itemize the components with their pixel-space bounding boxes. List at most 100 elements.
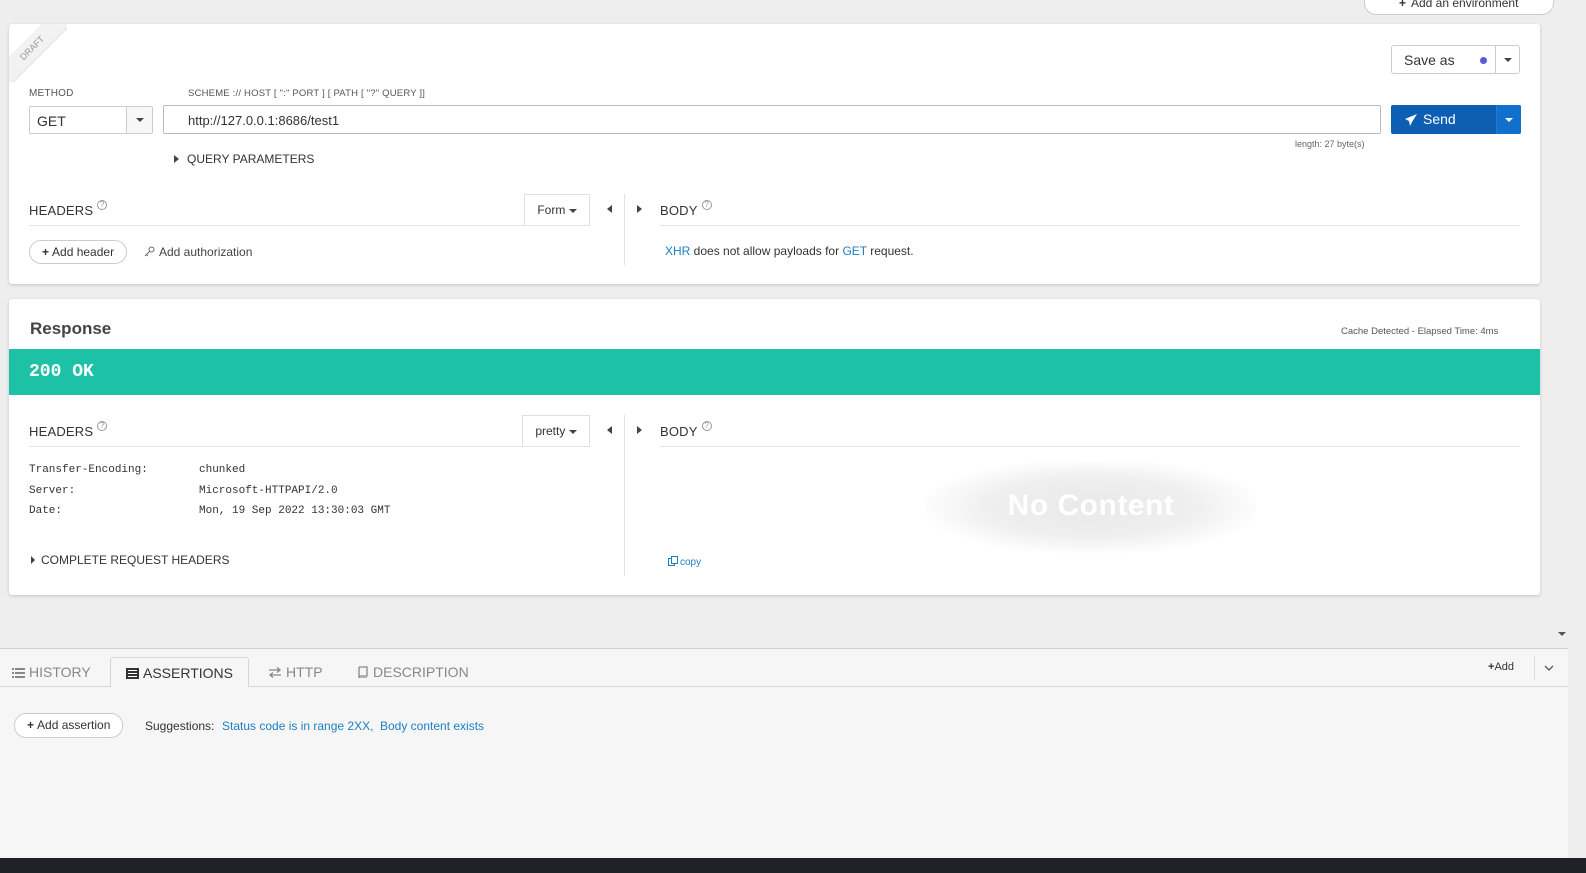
status-bar: 200 OK [9, 349, 1540, 395]
tab-label: HISTORY [29, 664, 91, 680]
method-value: GET [37, 113, 66, 129]
body-note-end: request. [866, 244, 914, 258]
add-environment-button[interactable]: + Add an environment [1364, 0, 1554, 15]
plus-icon: + [27, 718, 35, 732]
no-content-watermark: No Content [926, 461, 1256, 553]
chevron-down-icon [1504, 57, 1512, 62]
response-body-label: BODY [660, 424, 698, 439]
headers-mode-value: Form [537, 203, 566, 217]
response-headers-label: HEADERS [29, 424, 94, 439]
no-content-text: No Content [1007, 489, 1175, 522]
tab-label: HTTP [286, 664, 323, 680]
xhr-link[interactable]: XHR [665, 244, 690, 258]
header-value: chunked [199, 464, 246, 476]
send-button[interactable]: Send [1391, 105, 1496, 134]
suggestion-body-content[interactable]: Body content exists [380, 719, 484, 733]
caret-right-icon [31, 556, 35, 564]
assertions-icon [126, 668, 139, 679]
tab-label: DESCRIPTION [373, 664, 469, 680]
request-headers-title: HEADERS? [29, 200, 108, 218]
scrollbar-down-arrow[interactable] [1556, 628, 1568, 640]
tab-http[interactable]: HTTP [256, 657, 335, 687]
expand-right-icon[interactable] [637, 426, 642, 434]
send-button-group: Send [1391, 105, 1521, 134]
add-assertion-button[interactable]: + Add assertion [14, 713, 124, 738]
help-icon: ? [97, 421, 108, 431]
request-headers-label: HEADERS [29, 203, 94, 218]
url-format-label: SCHEME :// HOST [ ":" PORT ] [ PATH [ "?… [188, 88, 426, 99]
help-icon: ? [701, 200, 712, 210]
draft-label: DRAFT [17, 33, 47, 63]
collapse-panel-button[interactable] [1534, 656, 1562, 680]
caret-right-icon [174, 155, 179, 163]
response-headers-mode-select[interactable]: pretty [522, 415, 590, 447]
url-input[interactable]: http://127.0.0.1:8686/test1 [163, 105, 1381, 134]
headers-mode-select[interactable]: Form [524, 194, 590, 226]
copy-button[interactable]: copy [668, 556, 701, 568]
header-name: Transfer-Encoding: [29, 464, 148, 476]
add-label: Add [1494, 661, 1515, 673]
complete-request-headers-toggle[interactable]: COMPLETE REQUEST HEADERS [31, 553, 229, 567]
add-tab-button[interactable]: +Add [1488, 661, 1514, 673]
header-name: Date: [29, 505, 63, 517]
taskbar-strip [0, 858, 1586, 873]
add-authorization-link[interactable]: Add authorization [144, 245, 252, 259]
body-note: XHR does not allow payloads for GET requ… [665, 244, 914, 258]
add-authorization-label: Add authorization [159, 245, 253, 259]
book-icon [358, 666, 368, 679]
chevron-down-icon [568, 208, 577, 213]
query-parameters-toggle[interactable]: QUERY PARAMETERS [174, 152, 314, 166]
request-body-title: BODY? [660, 200, 712, 218]
copy-label: copy [680, 557, 702, 568]
suggestion-status-code[interactable]: Status code is in range 2XX, [222, 719, 373, 733]
collapse-left-icon[interactable] [607, 426, 612, 434]
add-assertion-label: Add assertion [37, 718, 111, 732]
method-label: METHOD [29, 88, 74, 99]
body-note-text: does not allow payloads for [690, 244, 843, 258]
response-body-title: BODY? [660, 421, 712, 439]
tab-assertions[interactable]: ASSERTIONS [110, 657, 249, 687]
response-headers-mode-value: pretty [535, 424, 566, 438]
list-icon [12, 668, 25, 678]
add-header-button[interactable]: + Add header [29, 240, 128, 264]
get-method-link[interactable]: GET [842, 244, 866, 258]
unsaved-dot-icon [1480, 57, 1487, 64]
send-label: Send [1423, 111, 1456, 127]
length-info: length: 27 byte(s) [1295, 139, 1365, 149]
complete-request-headers-label: COMPLETE REQUEST HEADERS [41, 553, 230, 567]
request-body-label: BODY [660, 203, 698, 218]
help-icon: ? [97, 200, 108, 210]
expand-right-icon[interactable] [637, 205, 642, 213]
paper-plane-icon [1405, 114, 1417, 126]
response-headers-title: HEADERS? [29, 421, 108, 439]
chevron-down-icon [1505, 117, 1513, 122]
plus-icon: + [42, 245, 50, 259]
save-options-dropdown[interactable] [1495, 46, 1520, 73]
tab-history[interactable]: HISTORY [0, 657, 103, 687]
draft-ribbon: DRAFT [9, 24, 67, 82]
key-icon [144, 246, 155, 257]
query-parameters-label: QUERY PARAMETERS [187, 152, 315, 166]
save-as-button[interactable]: Save as [1404, 52, 1455, 68]
tab-label: ASSERTIONS [143, 665, 233, 681]
request-card: DRAFT Save as METHOD GET SCHEME :// HOST… [9, 24, 1540, 284]
method-select[interactable]: GET [29, 106, 153, 134]
arrows-icon [268, 667, 282, 678]
chevron-down-icon [1558, 631, 1566, 636]
save-as-group: Save as [1391, 45, 1520, 74]
collapse-left-icon[interactable] [607, 205, 612, 213]
send-options-dropdown[interactable] [1496, 105, 1521, 134]
url-value: http://127.0.0.1:8686/test1 [188, 113, 340, 128]
chevron-down-icon [1544, 665, 1553, 671]
header-name: Server: [29, 485, 76, 497]
add-header-label: Add header [52, 245, 115, 259]
status-text: 200 OK [29, 362, 94, 382]
chevron-down-icon [135, 117, 144, 122]
suggestions-label: Suggestions: [145, 719, 215, 733]
response-title: Response [30, 319, 112, 338]
copy-icon [668, 556, 678, 566]
response-card: Response Cache Detected - Elapsed Time: … [9, 299, 1540, 595]
header-value: Microsoft-HTTPAPI/2.0 [199, 485, 338, 497]
response-meta: Cache Detected - Elapsed Time: 4ms [1341, 326, 1499, 337]
tab-description[interactable]: DESCRIPTION [345, 657, 481, 687]
